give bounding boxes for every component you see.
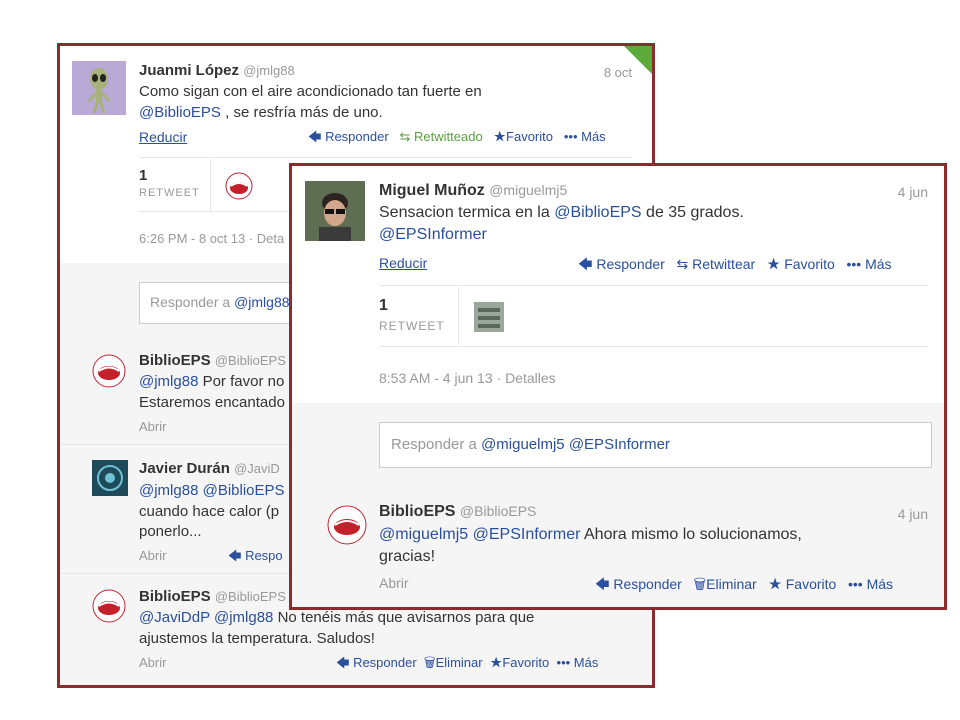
- biblio-logo-icon[interactable]: [92, 589, 126, 623]
- reply-author[interactable]: BiblioEPS: [139, 588, 211, 605]
- open-link[interactable]: Abrir: [139, 655, 166, 670]
- reply-arrow-icon: 🡄: [595, 576, 610, 592]
- tweet-timestamp[interactable]: 6:26 PM - 8 oct 13 · Deta: [139, 231, 284, 246]
- retweet-button[interactable]: ⇆ Retwittear: [677, 256, 756, 272]
- alien-avatar-icon[interactable]: [72, 61, 126, 115]
- dots-icon: •••: [846, 256, 862, 272]
- star-icon: ★: [489, 655, 503, 670]
- tweet-date[interactable]: 8 oct: [604, 65, 632, 80]
- more-button[interactable]: ••• Más: [848, 576, 893, 592]
- star-icon: ★: [493, 129, 507, 144]
- open-link[interactable]: Abrir: [379, 575, 409, 591]
- author-handle[interactable]: @jmlg88: [243, 63, 295, 78]
- favorite-button[interactable]: ★Favorito: [490, 655, 549, 670]
- mention-link[interactable]: @BiblioEPS: [554, 204, 641, 221]
- tweet-text-line2: , se resfría más de uno.: [220, 104, 383, 121]
- reply-arrow-icon: 🡄: [336, 655, 350, 670]
- reply-button[interactable]: 🡄 Responder: [308, 129, 389, 144]
- author-name[interactable]: Miguel Muñoz: [379, 182, 485, 199]
- biblio-logo-icon[interactable]: [92, 354, 126, 388]
- reply-arrow-icon: 🡄: [228, 548, 242, 563]
- more-button[interactable]: ••• Más: [564, 129, 606, 144]
- reply-arrow-icon: 🡄: [308, 129, 322, 144]
- mention-link[interactable]: @BiblioEPS: [139, 104, 221, 121]
- dots-icon: •••: [556, 655, 571, 670]
- retweet-count[interactable]: 1: [139, 167, 147, 184]
- more-button[interactable]: ••• Más: [557, 655, 599, 670]
- favorite-button[interactable]: ★Favorito: [494, 129, 553, 144]
- more-button[interactable]: ••• Más: [846, 256, 891, 272]
- trash-icon: 🗑: [693, 576, 707, 592]
- dots-icon: •••: [563, 129, 578, 144]
- retweet-label: RETWEET: [379, 319, 445, 333]
- mention-link[interactable]: @jmlg88: [139, 373, 198, 390]
- reply-input[interactable]: Responder a @miguelmj5 @EPSInformer: [379, 422, 932, 468]
- retweeter-avatar[interactable]: [474, 302, 504, 332]
- reply-date[interactable]: 4 jun: [898, 506, 928, 522]
- divider: [139, 157, 632, 158]
- reply-author[interactable]: BiblioEPS: [139, 352, 211, 369]
- biblio-logo-icon[interactable]: [225, 172, 253, 200]
- retweet-count[interactable]: 1: [379, 297, 388, 315]
- open-link[interactable]: Abrir: [139, 419, 166, 434]
- retweet-icon: ⇆: [676, 256, 689, 272]
- reduce-link[interactable]: Reducir: [379, 255, 427, 271]
- reply-arrow-icon: 🡄: [578, 256, 593, 272]
- delete-button[interactable]: 🗑Eliminar: [694, 576, 757, 592]
- reply-author[interactable]: BiblioEPS: [379, 503, 455, 520]
- open-link[interactable]: Abrir: [139, 548, 166, 563]
- javier-avatar[interactable]: [92, 460, 128, 496]
- mention-link[interactable]: @EPSInformer: [379, 226, 487, 244]
- reply-button[interactable]: 🡄 Responder: [336, 655, 417, 670]
- author-handle[interactable]: @miguelmj5: [489, 182, 567, 198]
- reply-button[interactable]: 🡄 Responder: [595, 576, 682, 592]
- trash-icon: 🗑: [423, 655, 436, 670]
- reduce-link[interactable]: Reducir: [139, 129, 187, 145]
- author-name[interactable]: Juanmi López: [139, 62, 239, 79]
- retweet-label: RETWEET: [139, 187, 200, 199]
- tweet-card-miguel: Miguel Muñoz @miguelmj5 4 jun Sensacion …: [289, 163, 947, 610]
- miguel-avatar[interactable]: [305, 181, 365, 241]
- star-icon: ★: [766, 256, 781, 272]
- delete-button[interactable]: 🗑Eliminar: [424, 655, 483, 670]
- reply-button[interactable]: 🡄 Respo: [228, 547, 283, 569]
- reply-button[interactable]: 🡄 Responder: [578, 256, 665, 272]
- tweet-text-line1: Como sigan con el aire acondicionado tan…: [139, 83, 482, 100]
- star-icon: ★: [768, 576, 782, 592]
- favorite-button[interactable]: ★ Favorito: [767, 256, 835, 272]
- dots-icon: •••: [848, 576, 863, 592]
- favorite-button[interactable]: ★ Favorito: [768, 576, 836, 592]
- retweet-icon: ⇆: [399, 129, 411, 144]
- retweeted-button[interactable]: ⇆ Retwitteado: [400, 129, 483, 144]
- tweet-timestamp[interactable]: 8:53 AM - 4 jun 13 · Detalles: [379, 370, 556, 386]
- reply-author[interactable]: Javier Durán: [139, 460, 230, 477]
- tweet-date[interactable]: 4 jun: [898, 184, 928, 200]
- biblio-logo-icon[interactable]: [327, 505, 367, 545]
